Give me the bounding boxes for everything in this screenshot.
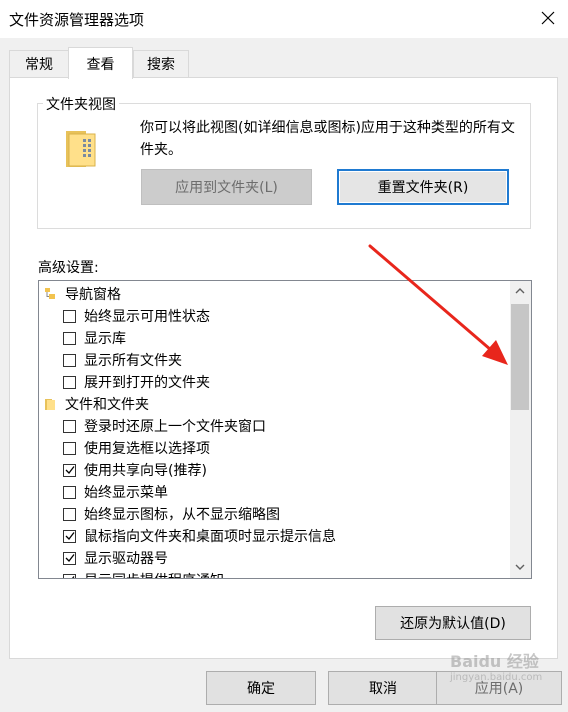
checkbox-label: 显示驱动器号: [84, 551, 168, 567]
reset-folders-button[interactable]: 重置文件夹(R): [337, 169, 509, 205]
checkbox-checked[interactable]: [63, 573, 76, 578]
ok-label: 确定: [247, 681, 275, 697]
cancel-label: 取消: [369, 681, 397, 697]
watermark-subtext: jingyan.baidu.com: [450, 672, 543, 683]
ok-button[interactable]: 确定: [206, 671, 316, 705]
restore-defaults-button[interactable]: 还原为默认值(D): [375, 606, 531, 640]
checkbox[interactable]: [63, 441, 76, 455]
checkbox[interactable]: [63, 309, 76, 323]
checkmark-icon: [65, 532, 75, 540]
checkbox-item[interactable]: 始终显示可用性状态: [63, 305, 210, 327]
cancel-button[interactable]: 取消: [328, 671, 438, 705]
tab-view-label: 查看: [86, 56, 115, 73]
checkbox[interactable]: [63, 331, 76, 345]
advanced-settings-label: 高级设置:: [38, 260, 99, 276]
checkbox[interactable]: [63, 485, 76, 499]
apply-to-folders-label: 应用到文件夹(L): [175, 180, 278, 196]
folder-view-icon: [64, 129, 98, 173]
checkbox-item[interactable]: 鼠标指向文件夹和桌面项时显示提示信息: [63, 525, 336, 547]
tab-search-label: 搜索: [147, 57, 175, 73]
navigation-pane-icon: [44, 287, 58, 301]
checkbox[interactable]: [63, 353, 76, 367]
checkbox-label: 始终显示图标，从不显示缩略图: [84, 507, 280, 523]
checkbox-label: 始终显示菜单: [84, 485, 168, 501]
folder-view-legend: 文件夹视图: [43, 94, 119, 114]
checkbox-label: 登录时还原上一个文件夹窗口: [84, 419, 266, 435]
checkbox[interactable]: [63, 375, 76, 389]
reset-folders-label: 重置文件夹(R): [377, 180, 469, 196]
window-title: 文件资源管理器选项: [9, 11, 145, 29]
checkbox-label: 使用复选框以选择项: [84, 441, 210, 457]
category-label: 文件和文件夹: [65, 397, 149, 413]
checkbox-item[interactable]: 使用复选框以选择项: [63, 437, 210, 459]
close-button[interactable]: [532, 4, 564, 32]
baidu-watermark: Baidu 经验 jingyan.baidu.com: [450, 648, 560, 704]
checkbox-label: 显示所有文件夹: [84, 353, 182, 369]
checkbox[interactable]: [63, 507, 76, 521]
restore-defaults-label: 还原为默认值(D): [400, 616, 506, 632]
checkbox-item[interactable]: 显示同步提供程序通知: [63, 569, 224, 578]
category-files-folders: 文件和文件夹: [44, 393, 149, 415]
tab-general-label: 常规: [25, 57, 53, 73]
checkbox-item[interactable]: 显示所有文件夹: [63, 349, 182, 371]
tab-general[interactable]: 常规: [9, 50, 69, 77]
checkbox-label: 使用共享向导(推荐): [84, 463, 207, 479]
tab-search[interactable]: 搜索: [133, 50, 189, 77]
checkbox-item[interactable]: 登录时还原上一个文件夹窗口: [63, 415, 266, 437]
category-label: 导航窗格: [65, 287, 121, 303]
checkmark-icon: [71, 576, 75, 578]
checkbox-item[interactable]: 始终显示图标，从不显示缩略图: [63, 503, 280, 525]
checkbox-label: 展开到打开的文件夹: [84, 375, 210, 391]
checkbox-label: 显示同步提供程序通知: [84, 570, 224, 578]
folder-view-description: 你可以将此视图(如详细信息或图标)应用于这种类型的所有文件夹。: [140, 120, 515, 158]
checkbox-checked[interactable]: [63, 463, 76, 477]
close-icon: [541, 11, 555, 25]
apply-to-folders-button[interactable]: 应用到文件夹(L): [141, 169, 312, 205]
checkbox-label: 显示库: [84, 331, 126, 347]
annotation-arrow-icon: [368, 244, 508, 365]
checkmark-icon: [65, 466, 75, 474]
tab-view[interactable]: 查看: [68, 47, 133, 79]
folder-icon: [44, 397, 58, 411]
checkbox-item[interactable]: 始终显示菜单: [63, 481, 168, 503]
checkbox-item[interactable]: 显示驱动器号: [63, 547, 168, 569]
checkbox-item[interactable]: 显示库: [63, 327, 126, 349]
checkbox-label: 鼠标指向文件夹和桌面项时显示提示信息: [84, 529, 336, 545]
checkbox[interactable]: [63, 419, 76, 433]
checkbox-checked[interactable]: [63, 529, 76, 543]
checkbox-checked[interactable]: [63, 551, 76, 565]
checkmark-icon: [65, 554, 75, 562]
watermark-text: Baidu 经验: [450, 652, 539, 671]
checkbox-item[interactable]: 展开到打开的文件夹: [63, 371, 210, 393]
checkbox-item[interactable]: 使用共享向导(推荐): [63, 459, 207, 481]
checkbox-label: 始终显示可用性状态: [84, 309, 210, 325]
category-navigation-pane: 导航窗格: [44, 283, 121, 305]
scroll-down-arrow-icon[interactable]: [513, 561, 527, 577]
